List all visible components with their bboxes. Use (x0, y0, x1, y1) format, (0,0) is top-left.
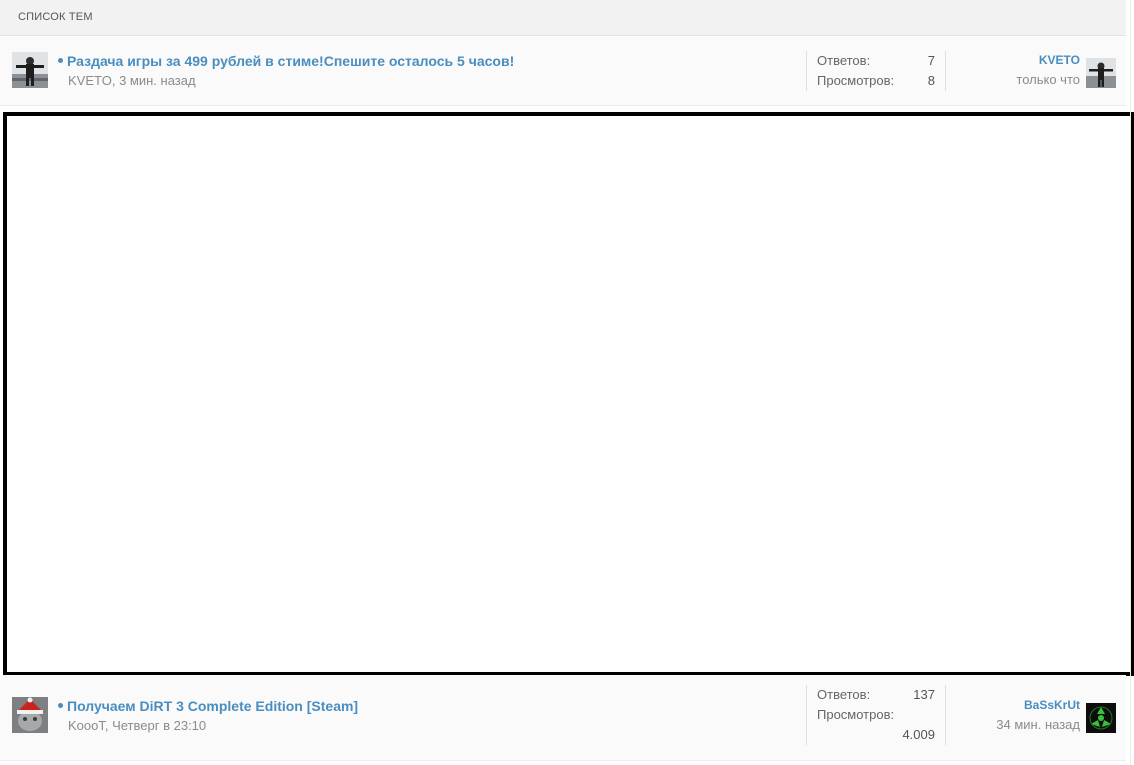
author-avatar[interactable] (12, 697, 48, 733)
last-post-time[interactable]: 34 мин. назад (996, 717, 1080, 732)
last-post-user[interactable]: KVETO (1016, 53, 1080, 67)
topic-time: , Четверг в 23:10 (104, 718, 207, 733)
topic-row: Раздача игры за 499 рублей в стиме!Спеши… (0, 37, 1126, 106)
topic-title-link[interactable]: Раздача игры за 499 рублей в стиме!Спеши… (67, 53, 514, 69)
last-post-avatar[interactable] (1086, 58, 1116, 88)
unread-dot-icon (58, 702, 63, 708)
views-count: 8 (927, 73, 935, 88)
topic-row: Получаем DiRT 3 Complete Edition [Steam]… (0, 675, 1126, 761)
topic-author[interactable]: KVETO (68, 73, 112, 88)
last-post-info: KVETO только что (1016, 53, 1080, 87)
views-label: Просмотров: (817, 73, 895, 88)
last-post-info: BaSsKrUt 34 мин. назад (996, 698, 1080, 732)
section-title: СПИСОК ТЕМ (18, 11, 93, 23)
topic-title-line: Раздача игры за 499 рублей в стиме!Спеши… (58, 53, 514, 71)
views-label: Просмотров: (817, 707, 895, 722)
replies-row: Ответов: 137 (807, 685, 945, 705)
replies-row: Ответов: 7 (807, 51, 945, 71)
last-post-user[interactable]: BaSsKrUt (996, 698, 1080, 712)
unread-dot-icon (58, 57, 63, 63)
replies-label: Ответов: (817, 687, 871, 702)
topic-meta: KVETO, 3 мин. назад (68, 73, 196, 88)
last-post-time[interactable]: только что (1016, 72, 1080, 87)
right-border-divider (1130, 0, 1131, 765)
topic-meta: KoooT, Четверг в 23:10 (68, 718, 206, 733)
topic-stats: Ответов: 137 Просмотров: 4.009 (806, 685, 946, 745)
views-row: Просмотров: 8 (807, 71, 945, 91)
topic-author[interactable]: KoooT (68, 718, 105, 733)
replies-count: 137 (913, 687, 935, 702)
last-post-avatar[interactable] (1086, 703, 1116, 733)
replies-count: 7 (927, 53, 935, 68)
views-row: Просмотров: 4.009 (807, 705, 945, 742)
redacted-area (3, 112, 1134, 676)
topic-stats: Ответов: 7 Просмотров: 8 (806, 51, 946, 91)
topic-title-link[interactable]: Получаем DiRT 3 Complete Edition [Steam] (67, 698, 358, 714)
topic-time: , 3 мин. назад (111, 73, 196, 88)
topic-title-line: Получаем DiRT 3 Complete Edition [Steam] (58, 698, 358, 716)
views-count: 4.009 (902, 727, 935, 742)
replies-label: Ответов: (817, 53, 871, 68)
section-header: СПИСОК ТЕМ (0, 0, 1126, 36)
author-avatar[interactable] (12, 52, 48, 88)
